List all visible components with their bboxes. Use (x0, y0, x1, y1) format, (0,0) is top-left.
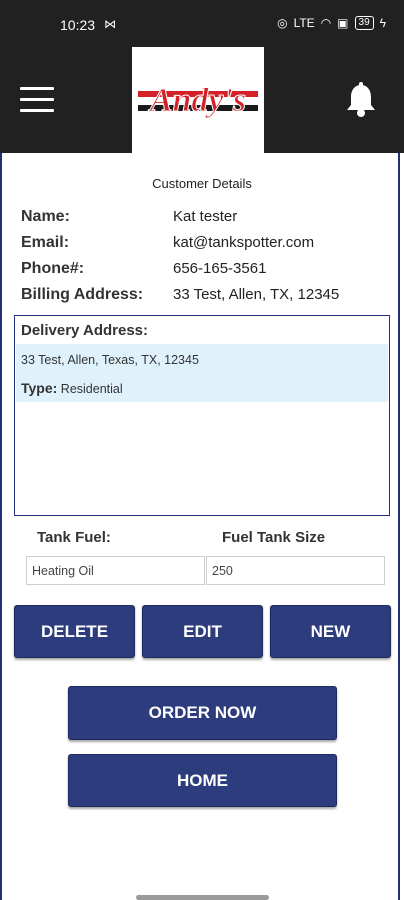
billing-label: Billing Address: (21, 286, 144, 303)
delivery-type: Type: Residential (21, 380, 123, 396)
tank-size-field[interactable]: 250 (206, 556, 385, 585)
tank-size-label: Fuel Tank Size (222, 529, 326, 546)
charging-icon: ϟ (379, 16, 386, 30)
delivery-type-label: Type: (21, 380, 58, 396)
billing-value: 33 Test, Allen, TX, 12345 (173, 286, 340, 303)
delivery-address-list[interactable]: Delivery Address: 33 Test, Allen, Texas,… (14, 315, 390, 516)
name-value: Kat tester (173, 208, 238, 225)
email-label: Email: (21, 234, 70, 251)
order-now-button[interactable]: ORDER NOW (68, 686, 337, 740)
vibrate-icon: ◎ (277, 16, 288, 30)
notification-icon: ⋈ (104, 17, 116, 31)
hamburger-menu-icon[interactable] (20, 87, 54, 113)
nosim-icon: ▣ (337, 16, 349, 30)
new-button[interactable]: NEW (270, 605, 391, 658)
svg-text:Andy's: Andy's (148, 82, 246, 119)
delete-button[interactable]: DELETE (14, 605, 135, 658)
wifi-icon: ◠ (320, 16, 332, 30)
delivery-type-value: Residential (60, 382, 123, 396)
network-label: LTE (293, 16, 315, 30)
app-header: 10:23 ⋈ ◎ LTE ◠ ▣ 39 ϟ Andy's (0, 0, 404, 153)
home-button[interactable]: HOME (68, 754, 337, 807)
status-icons: ◎ LTE ◠ ▣ 39 ϟ (277, 16, 386, 30)
delivery-address-item[interactable]: 33 Test, Allen, Texas, TX, 12345 Type: R… (16, 344, 388, 402)
status-time: 10:23 (60, 17, 96, 33)
phone-label: Phone#: (21, 260, 85, 277)
tank-fuel-label: Tank Fuel: (37, 529, 111, 546)
section-title: Customer Details (152, 176, 252, 191)
edit-button[interactable]: EDIT (142, 605, 263, 658)
battery-icon: 39 (354, 16, 374, 30)
name-label: Name: (21, 208, 70, 225)
andys-logo: Andy's (132, 47, 264, 153)
delivery-address-text: 33 Test, Allen, Texas, TX, 12345 (21, 353, 199, 367)
tank-fuel-field[interactable]: Heating Oil (26, 556, 205, 585)
phone-value: 656-165-3561 (173, 260, 267, 277)
delivery-header: Delivery Address: (21, 322, 149, 339)
gesture-bar[interactable] (136, 895, 269, 900)
email-value: kat@tankspotter.com (173, 234, 315, 251)
bell-icon[interactable] (344, 82, 378, 118)
